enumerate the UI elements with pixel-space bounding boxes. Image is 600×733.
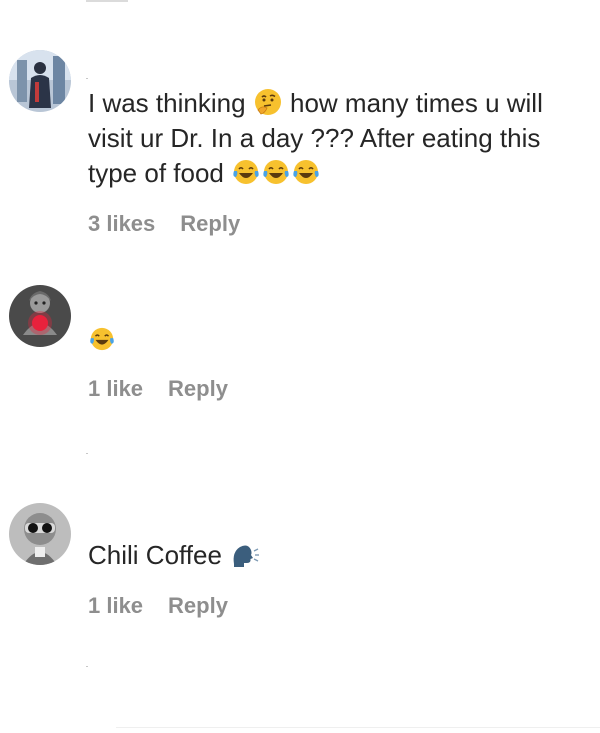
user-avatar-sunglasses-icon	[9, 503, 71, 565]
comment-text: I was thinking how many times u will vis…	[88, 86, 568, 191]
avatar[interactable]	[9, 285, 71, 347]
comment-actions: 3 likes Reply	[88, 211, 240, 237]
comment-text	[88, 322, 568, 357]
avatar[interactable]	[9, 50, 71, 112]
divider	[86, 666, 88, 667]
comment-text: Chili Coffee	[88, 538, 568, 573]
user-avatar-doll-red-icon	[9, 285, 71, 347]
avatar[interactable]	[9, 503, 71, 565]
reply-button[interactable]: Reply	[168, 593, 228, 619]
like-count[interactable]: 3 likes	[88, 211, 155, 237]
comment-text-part: Chili Coffee	[88, 540, 222, 570]
divider	[116, 727, 600, 728]
reply-button[interactable]: Reply	[180, 211, 240, 237]
tears-of-joy-icon	[89, 326, 115, 352]
tears-of-joy-icon	[262, 158, 290, 186]
comment-text-part: I was thinking	[88, 88, 246, 118]
like-count[interactable]: 1 like	[88, 376, 143, 402]
tears-of-joy-icon	[292, 158, 320, 186]
comments-thread: I was thinking how many times u will vis…	[0, 0, 600, 733]
divider	[86, 78, 88, 79]
reply-button[interactable]: Reply	[168, 376, 228, 402]
comment-actions: 1 like Reply	[88, 376, 228, 402]
user-avatar-dark-figure-icon	[9, 50, 71, 112]
like-count[interactable]: 1 like	[88, 593, 143, 619]
divider	[86, 453, 88, 454]
comment-actions: 1 like Reply	[88, 593, 228, 619]
speaking-head-icon	[230, 542, 260, 568]
thinking-face-icon	[254, 88, 282, 116]
tears-of-joy-icon	[232, 158, 260, 186]
divider	[86, 0, 128, 2]
